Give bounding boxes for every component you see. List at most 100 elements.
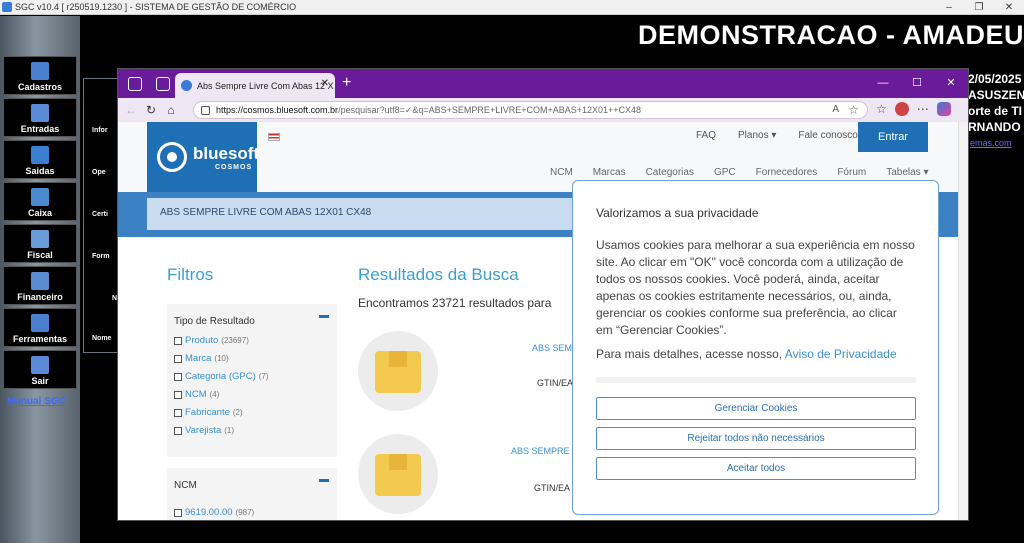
sidebar-item-sair[interactable]: Sair bbox=[3, 350, 77, 389]
link-faq[interactable]: FAQ bbox=[696, 130, 716, 141]
checkbox[interactable] bbox=[174, 426, 182, 435]
new-tab-icon[interactable]: + bbox=[342, 74, 351, 92]
logo-sub: COSMOS bbox=[215, 164, 253, 171]
cart-icon bbox=[31, 146, 49, 164]
app-titlebar: SGC v10.4 [ r250519.1230 ] - SISTEMA DE … bbox=[0, 0, 1024, 15]
browser-navbar: ← ↻ ⌂ https://cosmos.bluesoft.com.br/pes… bbox=[118, 98, 968, 122]
menu-marcas[interactable]: Marcas bbox=[593, 167, 626, 178]
maximize-icon[interactable]: ❐ bbox=[964, 0, 994, 15]
consent-more: Para mais detalhes, acesse nosso, Aviso … bbox=[596, 347, 897, 361]
filter-item[interactable]: Marca (10) bbox=[174, 353, 337, 364]
filter-item[interactable]: Produto (23697) bbox=[174, 335, 337, 346]
browser-tabbar: Abs Sempre Livre Com Abas 12 X ✕ + — ☐ ✕ bbox=[118, 69, 968, 98]
product-image[interactable] bbox=[358, 434, 438, 514]
checkbox[interactable] bbox=[174, 508, 182, 517]
menu-categorias[interactable]: Categorias bbox=[646, 167, 694, 178]
manual-link[interactable]: Manual SGC bbox=[7, 396, 66, 407]
copilot-icon[interactable] bbox=[936, 102, 951, 116]
tab-actions-icon[interactable] bbox=[156, 76, 170, 91]
url-path: /pesquisar?utf8=✓&q=ABS+SEMPRE+LIVRE+COM… bbox=[338, 104, 642, 115]
tools-icon bbox=[31, 314, 49, 332]
submenu-item[interactable]: Form bbox=[92, 253, 110, 260]
sidebar-item-financeiro[interactable]: Financeiro bbox=[3, 266, 77, 305]
back-icon[interactable]: ← bbox=[121, 103, 141, 117]
workspaces-icon[interactable] bbox=[128, 76, 142, 91]
result-gtin: GTIN/EA bbox=[534, 483, 571, 493]
cookie-consent-dialog: Valorizamos a sua privacidade Usamos coo… bbox=[572, 180, 939, 515]
browser-tab[interactable]: Abs Sempre Livre Com Abas 12 X ✕ bbox=[175, 73, 335, 98]
sidebar-item-saidas[interactable]: Saidas bbox=[3, 140, 77, 179]
link-fale-conosco[interactable]: Fale conosco bbox=[798, 130, 857, 141]
result-link[interactable]: ABS SEMPRE L bbox=[511, 446, 577, 456]
demo-banner: DEMONSTRACAO - AMADEU bbox=[638, 20, 1024, 50]
favorite-star-icon[interactable]: ☆ bbox=[848, 103, 859, 117]
accept-all-button[interactable]: Aceitar todos bbox=[596, 457, 916, 480]
submenu-item[interactable]: Ope bbox=[92, 169, 106, 176]
lock-icon bbox=[201, 106, 210, 115]
menu-fornecedores[interactable]: Fornecedores bbox=[756, 167, 818, 178]
profile-avatar[interactable] bbox=[894, 102, 909, 116]
browser-window-controls: — ☐ ✕ bbox=[866, 69, 968, 98]
collapse-icon[interactable]: ▬ bbox=[319, 310, 329, 321]
privacy-notice-link[interactable]: Aviso de Privacidade bbox=[785, 347, 897, 361]
read-aloud-icon[interactable]: A bbox=[832, 104, 839, 115]
more-icon[interactable]: ⋯ bbox=[917, 102, 929, 116]
filter-item[interactable]: Varejista (1) bbox=[174, 425, 337, 436]
box-icon bbox=[375, 351, 421, 393]
link-planos[interactable]: Planos ▾ bbox=[738, 130, 776, 141]
tab-title: Abs Sempre Livre Com Abas 12 X bbox=[197, 80, 334, 91]
checkbox[interactable] bbox=[174, 372, 182, 381]
menu-tabelas[interactable]: Tabelas ▾ bbox=[886, 167, 928, 178]
sidebar-item-fiscal[interactable]: Fiscal bbox=[3, 224, 77, 263]
tab-close-icon[interactable]: ✕ bbox=[321, 78, 329, 89]
results-title: Resultados da Busca bbox=[358, 265, 519, 284]
manage-cookies-button[interactable]: Gerenciar Cookies bbox=[596, 397, 916, 420]
us-flag-icon[interactable] bbox=[268, 133, 280, 141]
close-icon[interactable]: ✕ bbox=[934, 69, 968, 98]
submenu-item[interactable]: Certi bbox=[92, 211, 108, 218]
minimize-icon[interactable]: – bbox=[934, 0, 964, 15]
checkbox[interactable] bbox=[174, 354, 182, 363]
login-button[interactable]: Entrar bbox=[858, 122, 928, 152]
page-scrollbar[interactable] bbox=[958, 122, 968, 520]
filter-group-title[interactable]: Tipo de Resultado ▬ bbox=[167, 304, 337, 335]
info-date: 2/05/2025 bbox=[968, 72, 1022, 86]
checkbox[interactable] bbox=[174, 336, 182, 345]
filter-item[interactable]: NCM (4) bbox=[174, 389, 337, 400]
sidebar-item-ferramentas[interactable]: Ferramentas bbox=[3, 308, 77, 347]
consent-title: Valorizamos a sua privacidade bbox=[596, 206, 759, 220]
submenu-item[interactable]: Nome bbox=[92, 335, 111, 342]
menu-gpc[interactable]: GPC bbox=[714, 167, 736, 178]
sidebar-item-entradas[interactable]: Entradas bbox=[3, 98, 77, 137]
filter-item[interactable]: Fabricante (2) bbox=[174, 407, 337, 418]
filters-title: Filtros bbox=[167, 265, 214, 284]
checkbox[interactable] bbox=[174, 390, 182, 399]
filter-item[interactable]: 9619.00.00 (987) bbox=[174, 507, 337, 518]
filter-item[interactable]: Categoria (GPC) (7) bbox=[174, 371, 337, 382]
submenu-item[interactable]: Infor bbox=[92, 127, 108, 134]
menu-forum[interactable]: Fórum bbox=[837, 167, 866, 178]
reload-icon[interactable]: ↻ bbox=[141, 103, 161, 117]
sidebar-item-caixa[interactable]: Caixa bbox=[3, 182, 77, 221]
app-title: SGC v10.4 [ r250519.1230 ] - SISTEMA DE … bbox=[15, 2, 297, 12]
document-icon bbox=[31, 230, 49, 248]
info-user: RNANDO bbox=[968, 120, 1021, 134]
home-icon[interactable]: ⌂ bbox=[161, 103, 181, 117]
info-host: ASUSZEN bbox=[968, 88, 1024, 102]
filter-group-title[interactable]: NCM ▬ bbox=[167, 468, 337, 507]
info-link[interactable]: emas.com bbox=[970, 138, 1012, 148]
site-logo[interactable]: bluesoft COSMOS bbox=[147, 122, 259, 192]
product-image[interactable] bbox=[358, 331, 438, 411]
maximize-icon[interactable]: ☐ bbox=[900, 69, 934, 98]
sidebar-item-cadastros[interactable]: Cadastros bbox=[3, 56, 77, 95]
favorites-icon[interactable]: ☆ bbox=[876, 102, 887, 116]
consent-body: Usamos cookies para melhorar a sua exper… bbox=[596, 238, 915, 337]
collapse-icon[interactable]: ▬ bbox=[319, 474, 329, 485]
menu-ncm[interactable]: NCM bbox=[550, 167, 573, 178]
sidebar: Cadastros Entradas Saidas Caixa Fiscal F… bbox=[0, 16, 80, 543]
minimize-icon[interactable]: — bbox=[866, 69, 900, 98]
address-bar[interactable]: https://cosmos.bluesoft.com.br/pesquisar… bbox=[193, 101, 868, 119]
checkbox[interactable] bbox=[174, 408, 182, 417]
reject-cookies-button[interactable]: Rejeitar todos não necessários bbox=[596, 427, 916, 450]
close-icon[interactable]: ✕ bbox=[994, 0, 1024, 15]
